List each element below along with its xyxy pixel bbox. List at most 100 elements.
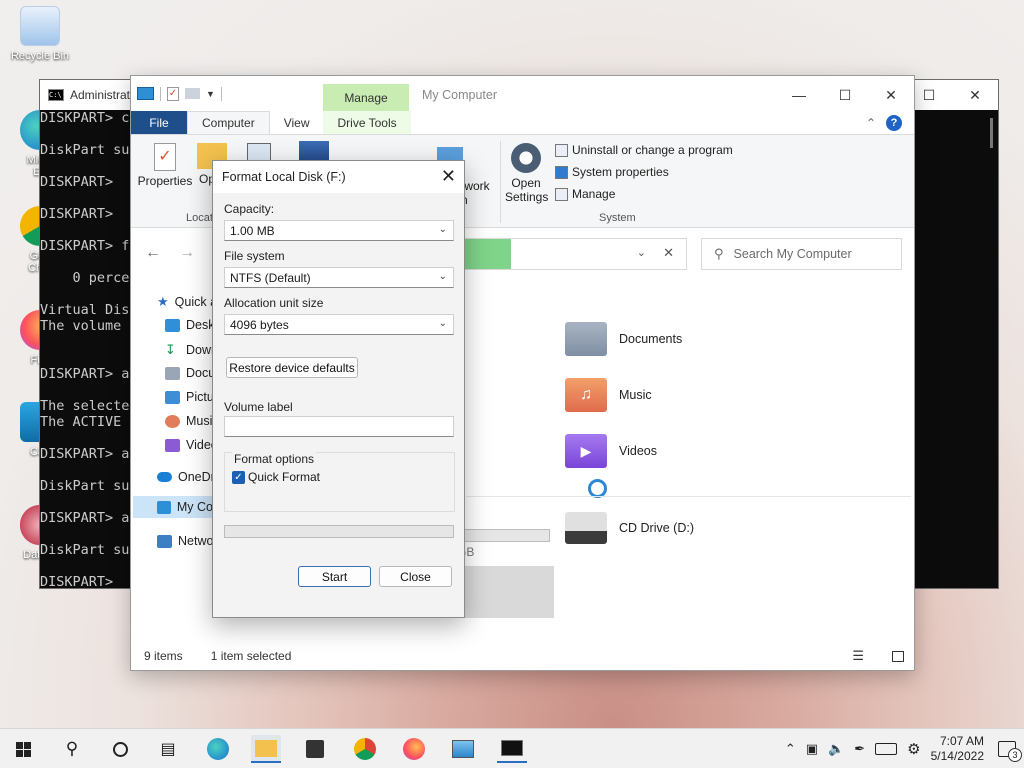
- allocation-select[interactable]: 4096 bytes ⌄: [224, 314, 454, 335]
- address-dropdown-icon[interactable]: ⌄: [637, 246, 646, 259]
- collapse-ribbon-icon[interactable]: ⌃: [860, 111, 882, 134]
- videos-icon: [165, 438, 180, 452]
- sidebar-item-videos[interactable]: Video: [165, 438, 218, 452]
- explorer-window-title: My Computer: [422, 88, 498, 102]
- computer-icon: [157, 500, 171, 514]
- firefox-taskbar-icon[interactable]: [399, 735, 429, 763]
- music-icon: [165, 414, 180, 428]
- search-taskbar-icon[interactable]: ⚲: [57, 735, 87, 763]
- dialog-close-icon[interactable]: ✕: [441, 166, 456, 187]
- pen-icon[interactable]: ✒: [854, 741, 865, 757]
- sidebar-item-desktop[interactable]: Deskt: [165, 318, 218, 332]
- back-arrow-icon[interactable]: ←: [145, 244, 161, 262]
- console-close-button[interactable]: ✕: [952, 80, 998, 110]
- allocation-label: Allocation unit size: [224, 296, 324, 310]
- system-properties-button[interactable]: System properties: [555, 165, 669, 179]
- network-tray-icon[interactable]: ▣: [806, 741, 818, 757]
- start-button[interactable]: Start: [298, 566, 371, 587]
- console-scrollbar[interactable]: [981, 110, 998, 588]
- folder-videos[interactable]: ▶ Videos: [565, 434, 657, 468]
- explorer-minimize-button[interactable]: —: [776, 80, 822, 110]
- system-group-label: System: [599, 212, 636, 224]
- sidebar-item-network[interactable]: Netwo: [157, 534, 213, 548]
- capacity-select[interactable]: 1.00 MB ⌄: [224, 220, 454, 241]
- volume-label-input[interactable]: [224, 416, 454, 437]
- sidebar-item-downloads[interactable]: ↧ Down: [165, 342, 218, 358]
- command-prompt-taskbar-icon[interactable]: [497, 735, 527, 763]
- sidebar-item-music[interactable]: Musi: [165, 414, 212, 428]
- sidebar-item-my-computer[interactable]: My Co: [133, 496, 213, 518]
- open-settings-button[interactable]: Open Settings: [505, 143, 548, 204]
- task-view-icon[interactable]: ▤: [153, 735, 183, 763]
- clock-time: 7:07 AM: [939, 734, 984, 748]
- manage-context-tab[interactable]: Manage: [323, 84, 409, 111]
- tiles-view-icon[interactable]: [892, 650, 904, 662]
- network-icon: [157, 534, 172, 548]
- close-button[interactable]: Close: [379, 566, 452, 587]
- format-options-group: Format options ✓ Quick Format: [224, 452, 455, 512]
- tab-file[interactable]: File: [131, 111, 187, 134]
- sidebar-item-documents[interactable]: Docu: [165, 366, 215, 380]
- filesystem-select[interactable]: NTFS (Default) ⌄: [224, 267, 454, 288]
- gear-icon[interactable]: ⚙: [907, 740, 920, 758]
- windows-logo-icon: [15, 741, 31, 757]
- details-view-icon[interactable]: ☰: [852, 648, 864, 664]
- dialog-title: Format Local Disk (F:): [222, 170, 346, 184]
- item-count: 9 items: [144, 649, 183, 663]
- quick-format-checkbox[interactable]: ✓ Quick Format: [232, 470, 320, 484]
- folder-music[interactable]: ♫ Music: [565, 378, 652, 412]
- explorer-title-bar[interactable]: ✓ ▼ Manage My Computer — ☐ ✕: [131, 76, 914, 111]
- properties-button[interactable]: ✓ Properties: [137, 143, 193, 188]
- control-panel-taskbar-icon[interactable]: [448, 735, 478, 763]
- recycle-bin-desktop-icon[interactable]: Recycle Bin: [2, 6, 78, 62]
- address-bar[interactable]: ⌄ ✕: [437, 238, 687, 270]
- store-taskbar-icon[interactable]: [300, 735, 330, 763]
- new-folder-icon[interactable]: [185, 88, 200, 99]
- help-icon[interactable]: ?: [882, 111, 914, 134]
- clock-date: 5/14/2022: [930, 749, 984, 763]
- capacity-label: Capacity:: [224, 202, 275, 216]
- location-group-label: Locat: [186, 212, 213, 224]
- tab-computer[interactable]: Computer: [187, 111, 270, 134]
- sidebar-item-onedrive[interactable]: OneDri: [157, 470, 218, 484]
- recycle-bin-icon: [20, 6, 60, 46]
- explorer-maximize-button[interactable]: ☐: [822, 80, 868, 110]
- search-input[interactable]: ⚲ Search My Computer: [701, 238, 902, 270]
- cmd-icon: C:\: [48, 89, 64, 101]
- chevron-up-icon[interactable]: ⌃: [785, 741, 796, 757]
- folder-documents[interactable]: Documents: [565, 322, 682, 356]
- format-dialog-title-bar[interactable]: Format Local Disk (F:) ✕: [213, 161, 464, 193]
- edge-taskbar-icon[interactable]: [203, 735, 233, 763]
- volume-label-label: Volume label: [224, 400, 293, 414]
- volume-icon[interactable]: 🔈: [828, 741, 844, 757]
- selected-drive-tile[interactable]: [456, 566, 554, 618]
- clock[interactable]: 7:07 AM 5/14/2022: [931, 734, 984, 764]
- cd-drive-d[interactable]: CD Drive (D:): [565, 512, 694, 544]
- star-icon: ★: [157, 294, 169, 309]
- tab-drive-tools[interactable]: Drive Tools: [323, 111, 411, 134]
- download-arrow-icon: ↧: [165, 342, 176, 357]
- start-button[interactable]: [8, 735, 38, 763]
- sidebar-item-quick-access[interactable]: ★ Quick a: [157, 294, 217, 310]
- customize-qat-icon[interactable]: ▼: [206, 89, 215, 99]
- chevron-down-icon: ⌄: [438, 318, 447, 329]
- manage-button[interactable]: Manage: [555, 187, 615, 201]
- tab-view[interactable]: View: [270, 111, 324, 134]
- system-check-icon: [555, 165, 568, 179]
- file-explorer-taskbar-icon[interactable]: [251, 735, 281, 763]
- notification-center-icon[interactable]: 3: [998, 741, 1022, 762]
- cortana-icon[interactable]: [105, 735, 135, 763]
- sidebar-item-pictures[interactable]: Pictu: [165, 390, 214, 404]
- chrome-taskbar-icon[interactable]: [350, 735, 380, 763]
- uninstall-program-button[interactable]: Uninstall or change a program: [555, 143, 733, 157]
- forward-arrow-icon[interactable]: →: [179, 244, 195, 262]
- properties-check-icon[interactable]: ✓: [167, 86, 179, 101]
- restore-defaults-button[interactable]: Restore device defaults: [226, 357, 358, 378]
- explorer-close-button[interactable]: ✕: [868, 80, 914, 110]
- keyboard-icon[interactable]: [875, 743, 898, 755]
- computer-icon: [137, 87, 154, 100]
- address-clear-icon[interactable]: ✕: [663, 245, 674, 261]
- network-button-label[interactable]: twork: [461, 179, 490, 193]
- format-dialog[interactable]: Format Local Disk (F:) ✕ Capacity: 1.00 …: [212, 160, 465, 618]
- desktop-icon: [165, 318, 180, 332]
